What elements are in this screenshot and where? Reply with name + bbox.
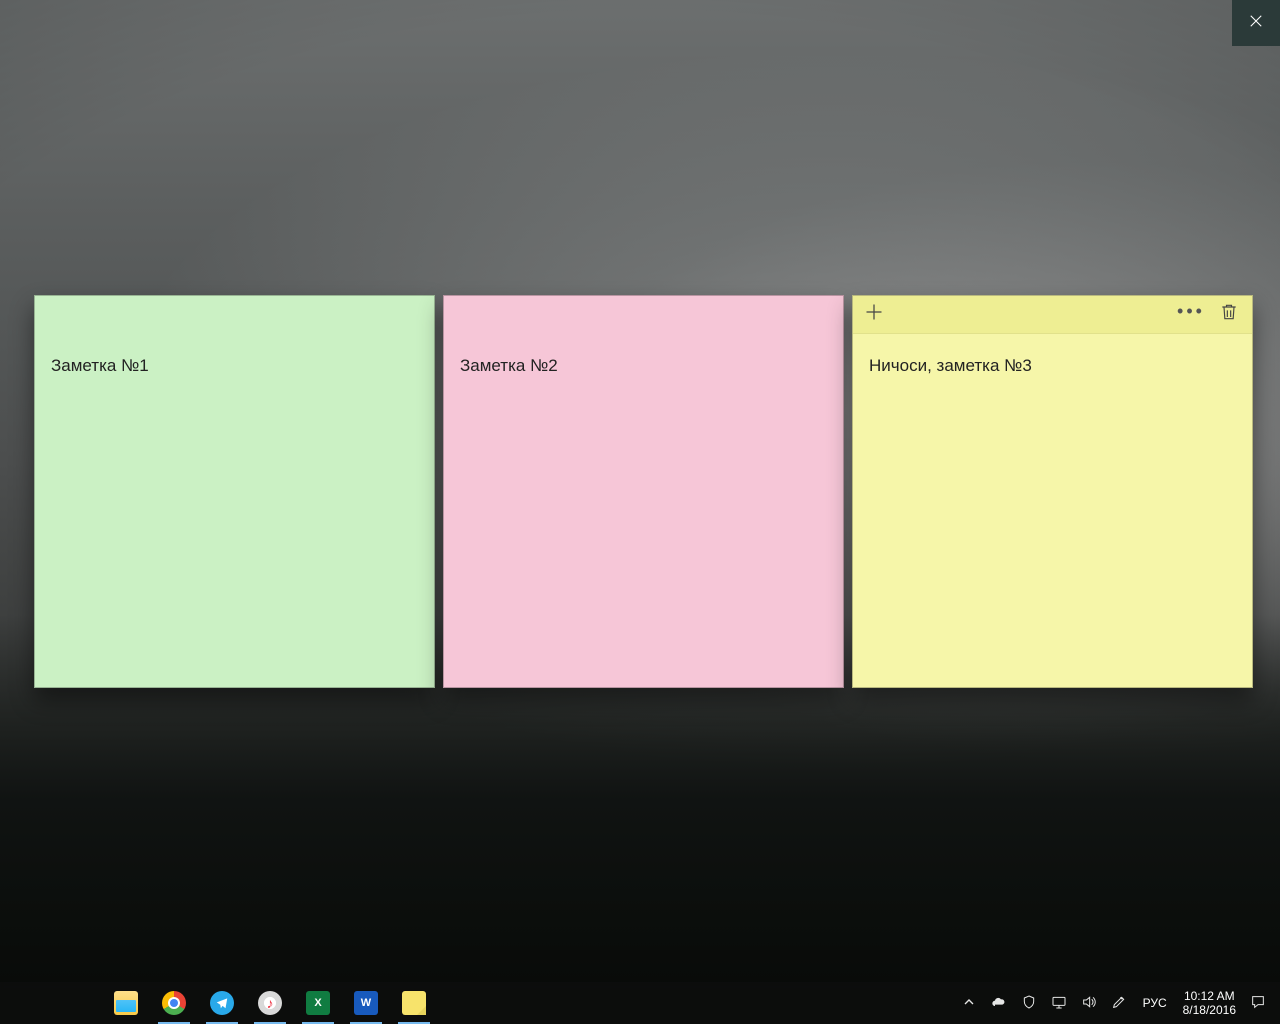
taskbar-telegram[interactable] <box>198 982 246 1024</box>
speaker-icon <box>1081 994 1099 1012</box>
monitor-icon <box>1051 994 1069 1012</box>
task-view-button[interactable] <box>54 982 102 1024</box>
notification-icon <box>1250 994 1268 1012</box>
clock-time: 10:12 AM <box>1183 989 1236 1003</box>
taskbar-chrome[interactable] <box>150 982 198 1024</box>
sticky-note-1-text: Заметка №1 <box>51 356 149 375</box>
taskbar-itunes[interactable] <box>246 982 294 1024</box>
action-center-button[interactable] <box>1244 982 1274 1024</box>
note-menu-button[interactable]: ••• <box>1176 300 1206 330</box>
excel-icon: X <box>306 991 330 1015</box>
tray-overflow-button[interactable] <box>955 982 985 1024</box>
folder-icon <box>114 991 138 1015</box>
taskbar-file-explorer[interactable] <box>102 982 150 1024</box>
sticky-note-2-header[interactable] <box>444 296 843 334</box>
taskbar-clock[interactable]: 10:12 AM 8/18/2016 <box>1175 989 1244 1017</box>
delete-note-button[interactable] <box>1214 300 1244 330</box>
cloud-icon <box>991 994 1009 1012</box>
sticky-note-3-body[interactable]: Ничоси, заметка №3 <box>853 334 1252 687</box>
language-indicator[interactable]: РУС <box>1135 996 1175 1010</box>
taskbar-excel[interactable]: X <box>294 982 342 1024</box>
plus-icon <box>864 302 884 327</box>
sticky-note-1-header[interactable] <box>35 296 434 334</box>
ellipsis-icon: ••• <box>1177 301 1205 328</box>
taskbar: X W РУС 10:12 <box>0 982 1280 1024</box>
tray-ink[interactable] <box>1105 982 1135 1024</box>
clock-date: 8/18/2016 <box>1183 1003 1236 1017</box>
telegram-icon <box>210 991 234 1015</box>
sticky-note-1-body[interactable]: Заметка №1 <box>35 334 434 687</box>
taskbar-sticky-notes[interactable] <box>390 982 438 1024</box>
sticky-note-3-header[interactable]: ••• <box>853 296 1252 334</box>
tray-network[interactable] <box>1045 982 1075 1024</box>
trash-icon <box>1219 302 1239 327</box>
tray-volume[interactable] <box>1075 982 1105 1024</box>
sticky-notes-icon <box>402 991 426 1015</box>
taskbar-word[interactable]: W <box>342 982 390 1024</box>
new-note-button[interactable] <box>859 300 889 330</box>
sticky-note-3[interactable]: ••• Ничоси, заметка №3 <box>852 295 1253 688</box>
pen-icon <box>1111 994 1129 1012</box>
overlay-close-button[interactable] <box>1232 0 1280 46</box>
word-icon: W <box>354 991 378 1015</box>
sticky-note-2-text: Заметка №2 <box>460 356 558 375</box>
close-icon <box>1249 14 1263 33</box>
sticky-note-2-body[interactable]: Заметка №2 <box>444 334 843 687</box>
sticky-note-1[interactable]: Заметка №1 <box>34 295 435 688</box>
tray-onedrive[interactable] <box>985 982 1015 1024</box>
chevron-up-icon <box>961 994 979 1012</box>
shield-icon <box>1021 994 1039 1012</box>
start-button[interactable] <box>6 982 54 1024</box>
sticky-note-3-text: Ничоси, заметка №3 <box>869 356 1032 375</box>
itunes-icon <box>258 991 282 1015</box>
tray-defender[interactable] <box>1015 982 1045 1024</box>
chrome-icon <box>162 991 186 1015</box>
sticky-note-2[interactable]: Заметка №2 <box>443 295 844 688</box>
